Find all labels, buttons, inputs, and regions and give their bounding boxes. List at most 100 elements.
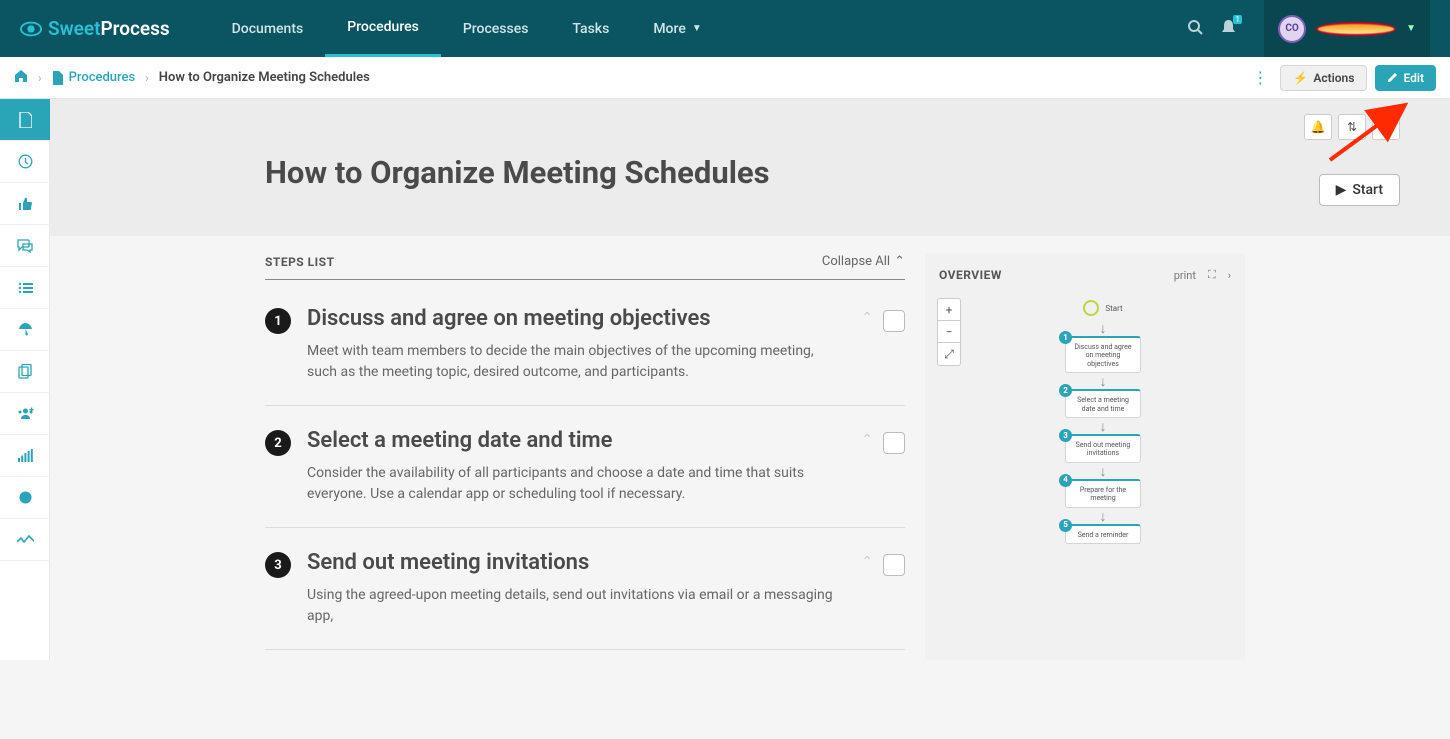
flow-node[interactable]: 5Send a reminder bbox=[1065, 524, 1141, 544]
flow-arrow-icon: ↓ bbox=[1100, 420, 1107, 434]
nav-tasks[interactable]: Tasks bbox=[550, 0, 631, 57]
flow-arrow-icon: ↓ bbox=[1100, 375, 1107, 389]
sidebar-doc-icon[interactable] bbox=[0, 99, 50, 141]
home-icon[interactable] bbox=[14, 69, 28, 87]
step-checkbox[interactable] bbox=[883, 432, 905, 454]
collapse-label: Collapse All bbox=[822, 254, 890, 269]
chevron-right-icon[interactable]: › bbox=[1228, 269, 1231, 282]
chevron-down-icon: ▼ bbox=[1406, 23, 1416, 34]
bell-icon[interactable]: 1 bbox=[1221, 19, 1236, 39]
hero-sort-button[interactable]: ⇅ bbox=[1338, 114, 1366, 140]
eye-icon bbox=[20, 20, 42, 38]
nav-links: Documents Procedures Processes Tasks Mor… bbox=[210, 0, 724, 57]
step-description: Consider the availability of all partici… bbox=[307, 463, 845, 505]
nav-documents[interactable]: Documents bbox=[210, 0, 326, 57]
play-icon: ▶ bbox=[1336, 182, 1347, 198]
sidebar-activity-icon[interactable] bbox=[0, 519, 50, 561]
crumb-sep: › bbox=[38, 71, 42, 85]
hero-globe-button[interactable]: 🌐 bbox=[1372, 114, 1400, 140]
nav-more[interactable]: More ▼ bbox=[631, 0, 723, 57]
step-description: Meet with team members to decide the mai… bbox=[307, 341, 845, 383]
chevron-down-icon: ▼ bbox=[692, 23, 702, 34]
actions-label: Actions bbox=[1313, 71, 1354, 85]
flow-node-badge: 5 bbox=[1059, 519, 1072, 532]
start-label: Start bbox=[1352, 182, 1383, 198]
left-sidebar bbox=[0, 99, 50, 660]
sidebar-copy-icon[interactable] bbox=[0, 351, 50, 393]
actions-button[interactable]: ⚡ Actions bbox=[1280, 65, 1367, 91]
crumb-proc-label: Procedures bbox=[69, 70, 136, 85]
sidebar-clock-icon[interactable] bbox=[0, 141, 50, 183]
crumb-procedures[interactable]: Procedures bbox=[52, 70, 136, 85]
sidebar-users-icon[interactable] bbox=[0, 393, 50, 435]
flow-start-label: Start bbox=[1105, 304, 1122, 313]
flow-node[interactable]: 3Send out meeting invitations bbox=[1065, 434, 1141, 463]
sidebar-chat-icon[interactable] bbox=[0, 225, 50, 267]
start-button[interactable]: ▶ Start bbox=[1319, 174, 1400, 206]
step-number-badge: 2 bbox=[265, 430, 291, 456]
chevron-up-icon[interactable]: ⌃ bbox=[861, 432, 873, 448]
chevron-up-icon[interactable]: ⌃ bbox=[861, 310, 873, 326]
nav-more-label: More bbox=[653, 21, 686, 37]
avatar: CO bbox=[1278, 15, 1306, 43]
brand-sweet: Sweet bbox=[48, 17, 100, 40]
flow-node[interactable]: 4Prepare for the meeting bbox=[1065, 479, 1141, 508]
sidebar-signal-icon[interactable] bbox=[0, 435, 50, 477]
page-title: How to Organize Meeting Schedules bbox=[265, 154, 1400, 191]
steps-column: STEPS LIST Collapse All ⌃ 1 Discuss and … bbox=[265, 254, 905, 660]
step-actions: ⌃ bbox=[861, 310, 905, 383]
print-link[interactable]: print bbox=[1174, 269, 1196, 282]
hero-controls: 🔔 ⇅ 🌐 bbox=[1304, 114, 1400, 140]
brand-logo[interactable]: SweetProcess bbox=[20, 17, 170, 40]
fit-screen-button[interactable]: ⤢ bbox=[938, 343, 960, 365]
step-description: Using the agreed-upon meeting details, s… bbox=[307, 585, 845, 627]
bolt-icon: ⚡ bbox=[1293, 71, 1308, 85]
step-checkbox[interactable] bbox=[883, 554, 905, 576]
zoom-out-button[interactable]: − bbox=[938, 321, 960, 343]
step-number-badge: 1 bbox=[265, 308, 291, 334]
step-title: Select a meeting date and time bbox=[307, 428, 845, 453]
more-vertical-icon[interactable]: ⋮ bbox=[1248, 64, 1272, 91]
flow-arrow-icon: ↓ bbox=[1100, 465, 1107, 479]
edit-label: Edit bbox=[1403, 71, 1424, 85]
main: 🔔 ⇅ 🌐 How to Organize Meeting Schedules … bbox=[0, 99, 1450, 660]
overview-actions: print ⛶ › bbox=[1174, 268, 1231, 282]
collapse-all-link[interactable]: Collapse All ⌃ bbox=[822, 254, 905, 269]
step-content: Discuss and agree on meeting objectives … bbox=[307, 306, 845, 383]
flow-arrow-icon: ↓ bbox=[1100, 322, 1107, 336]
sidebar-list-icon[interactable] bbox=[0, 267, 50, 309]
steps-header-title: STEPS LIST bbox=[265, 255, 335, 269]
user-menu[interactable]: CO ▼ bbox=[1264, 0, 1430, 57]
expand-icon[interactable]: ⛶ bbox=[1208, 268, 1216, 282]
step-title: Send out meeting invitations bbox=[307, 550, 845, 575]
sidebar-umbrella-icon[interactable] bbox=[0, 309, 50, 351]
edit-button[interactable]: Edit bbox=[1375, 65, 1436, 91]
breadcrumb-bar: › Procedures › How to Organize Meeting S… bbox=[0, 57, 1450, 99]
flow-node-badge: 4 bbox=[1059, 474, 1072, 487]
brand-process: Process bbox=[100, 17, 169, 40]
bell-badge: 1 bbox=[1233, 15, 1242, 24]
step-item: 1 Discuss and agree on meeting objective… bbox=[265, 294, 905, 406]
step-checkbox[interactable] bbox=[883, 310, 905, 332]
crumb-actions: ⋮ ⚡ Actions Edit bbox=[1248, 64, 1436, 91]
chevron-up-icon[interactable]: ⌃ bbox=[861, 554, 873, 570]
start-circle-icon bbox=[1083, 300, 1099, 316]
sidebar-gear-icon[interactable] bbox=[0, 477, 50, 519]
search-icon[interactable] bbox=[1187, 19, 1203, 39]
step-number-badge: 3 bbox=[265, 552, 291, 578]
flow-node-badge: 1 bbox=[1059, 331, 1072, 344]
flow-arrow-icon: ↓ bbox=[1100, 510, 1107, 524]
step-content: Send out meeting invitations Using the a… bbox=[307, 550, 845, 627]
file-icon bbox=[52, 71, 63, 85]
nav-procedures[interactable]: Procedures bbox=[325, 0, 441, 57]
flow-node[interactable]: 1Discuss and agree on meeting objectives bbox=[1065, 336, 1141, 373]
sidebar-thumb-icon[interactable] bbox=[0, 183, 50, 225]
body-columns: STEPS LIST Collapse All ⌃ 1 Discuss and … bbox=[50, 236, 1450, 660]
nav-processes[interactable]: Processes bbox=[441, 0, 551, 57]
hero-bell-button[interactable]: 🔔 bbox=[1304, 114, 1332, 140]
flow-node[interactable]: 2Select a meeting date and time bbox=[1065, 389, 1141, 418]
step-content: Select a meeting date and time Consider … bbox=[307, 428, 845, 505]
step-title: Discuss and agree on meeting objectives bbox=[307, 306, 845, 331]
zoom-in-button[interactable]: + bbox=[938, 299, 960, 321]
overview-zoom-controls: + − ⤢ bbox=[937, 298, 961, 366]
